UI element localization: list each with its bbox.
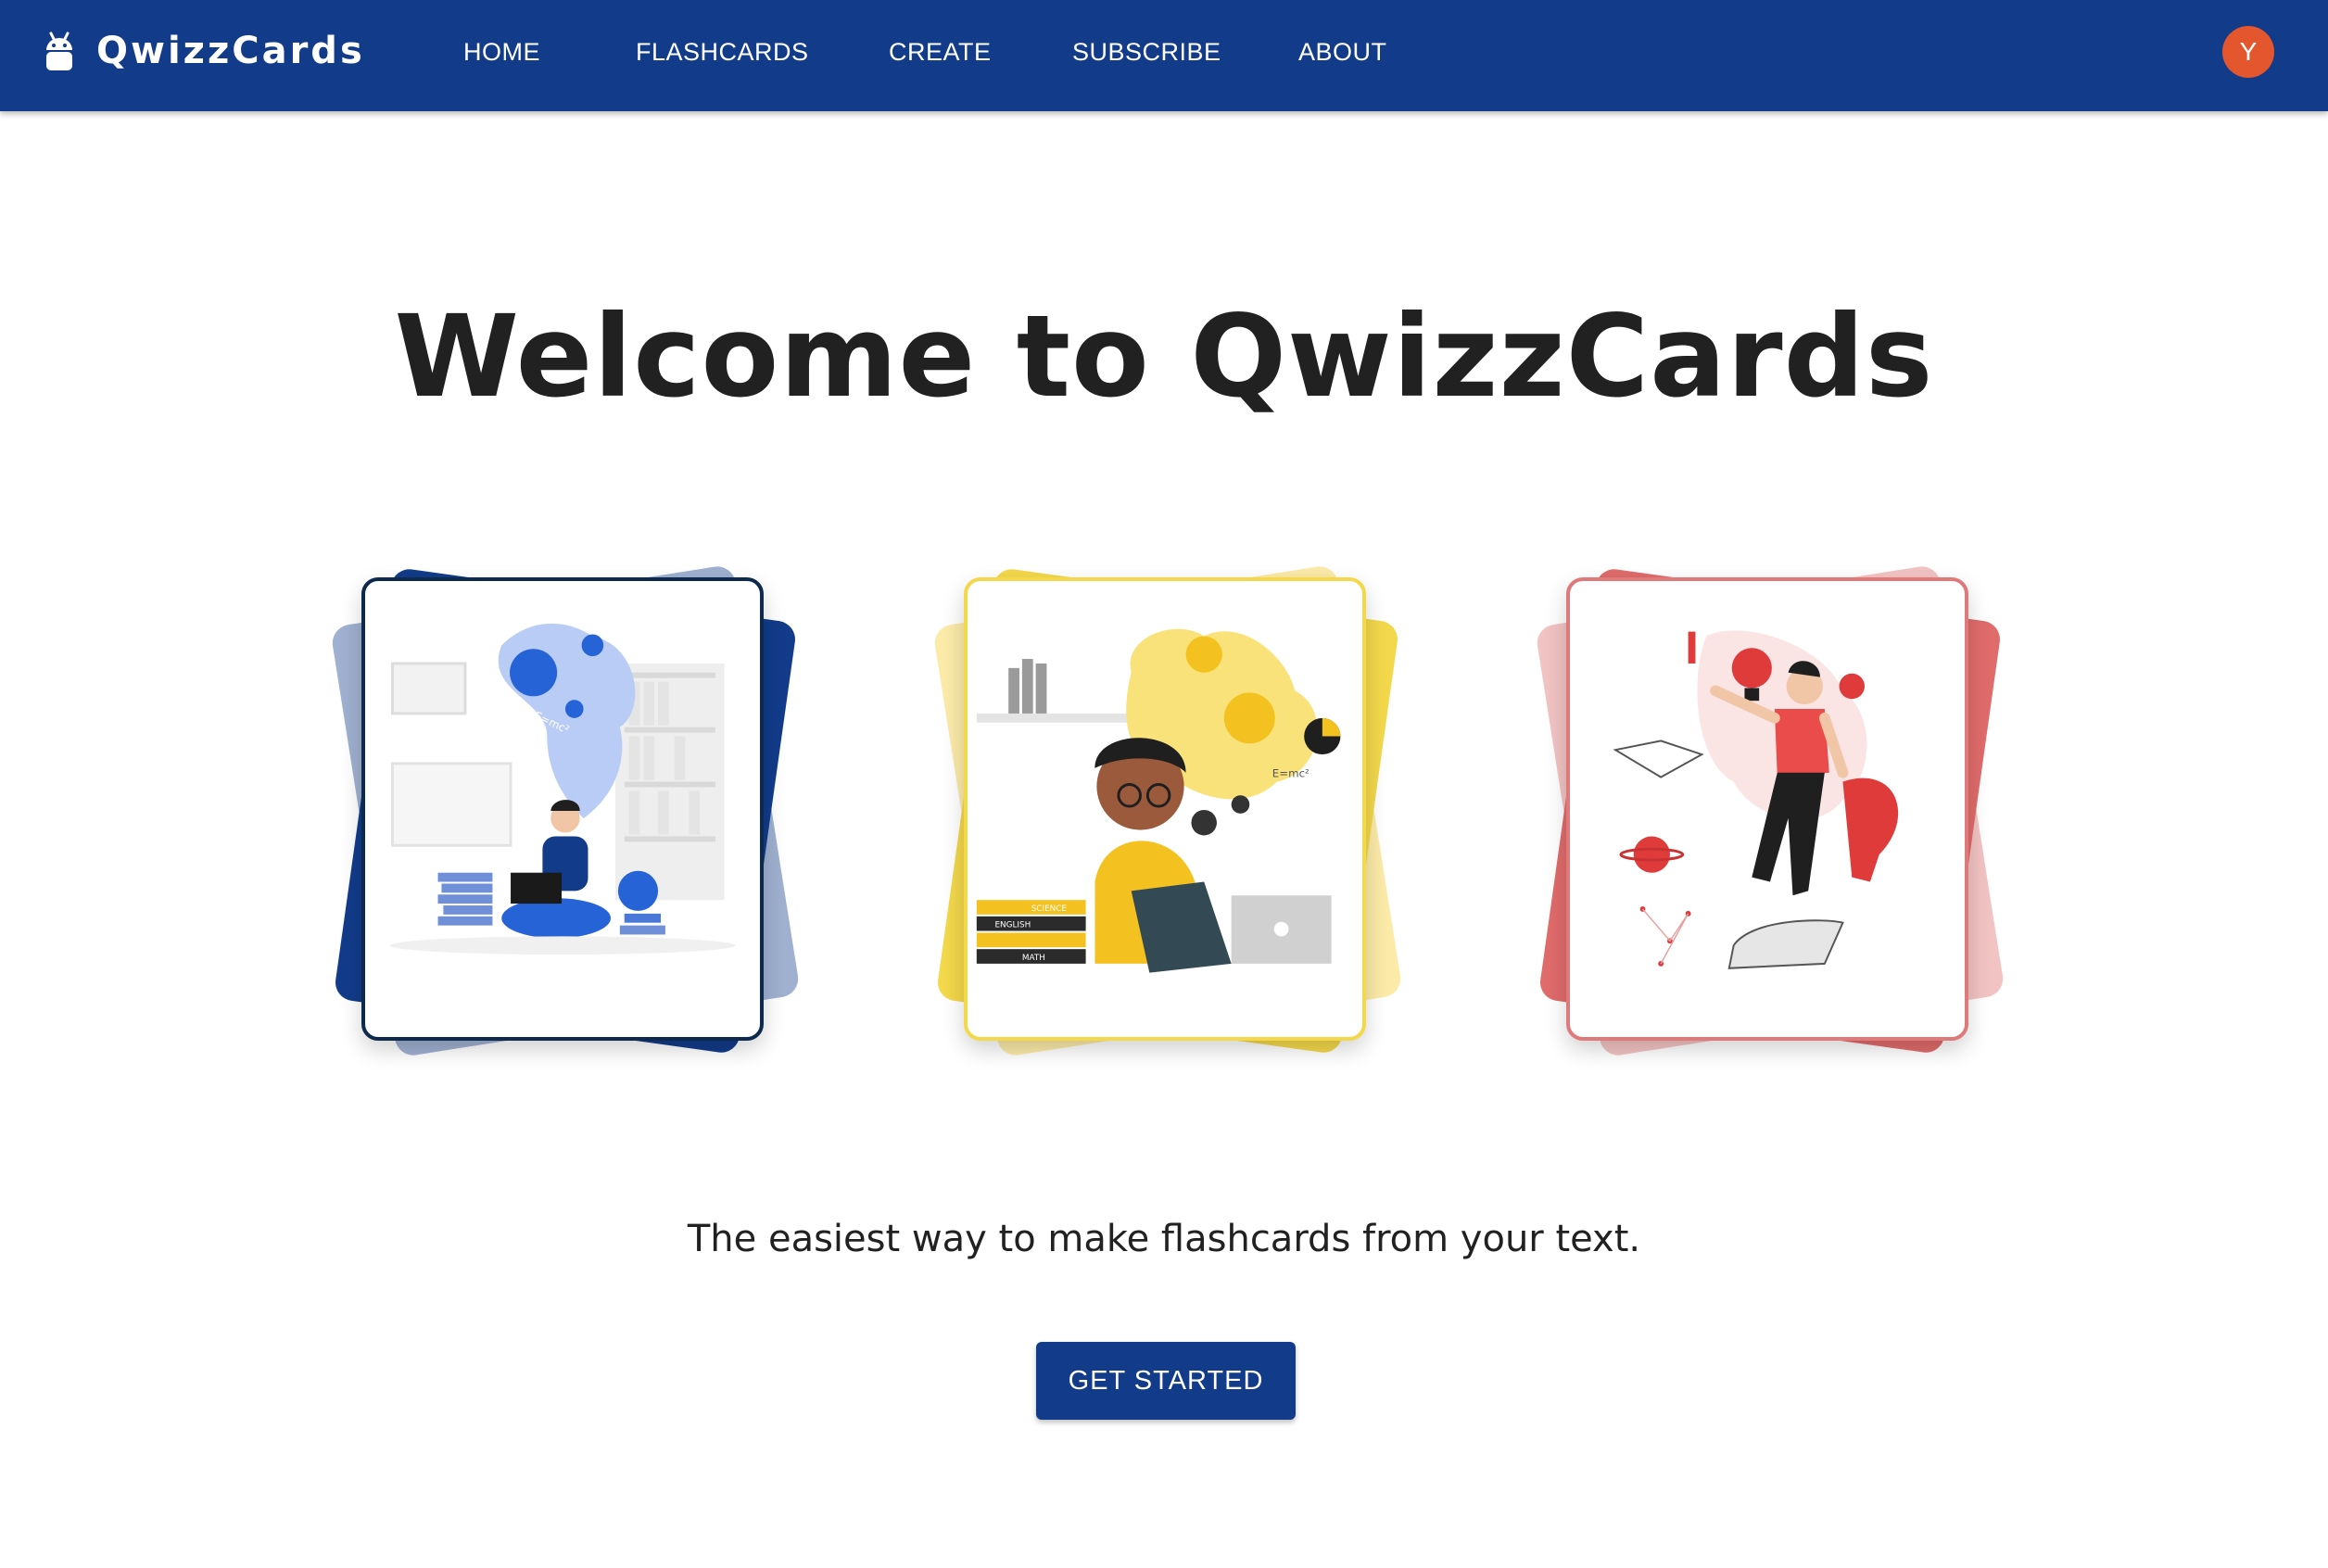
boy-studying-illustration: E=mc² SCIENCE ENGLISH MATH: [964, 577, 1366, 1041]
app-bar: QwizzCards HOME FLASHCARDS CREATE SUBSCR…: [0, 0, 2328, 111]
equation-label: E=mc²: [1272, 767, 1310, 780]
nav-home[interactable]: HOME: [463, 33, 540, 70]
man-with-ideas-illustration: [1566, 577, 1968, 1041]
book-label-english: ENGLISH: [994, 921, 1031, 930]
page-title: Welcome to QwizzCards: [394, 291, 1934, 423]
feature-card-2: E=mc² SCIENCE ENGLISH MATH: [922, 542, 1413, 1080]
brand-name[interactable]: QwizzCards: [96, 28, 365, 74]
nav-subscribe[interactable]: SUBSCRIBE: [1072, 33, 1221, 70]
android-robot-icon[interactable]: [43, 28, 76, 74]
nav-about[interactable]: ABOUT: [1298, 33, 1387, 70]
get-started-button[interactable]: GET STARTED: [1036, 1342, 1296, 1420]
nav-create[interactable]: CREATE: [889, 33, 992, 70]
feature-card-3: [1525, 542, 2016, 1080]
book-label-math: MATH: [1022, 954, 1045, 963]
student-reading-illustration: E=mc²: [361, 577, 764, 1041]
feature-card-1: E=mc²: [320, 542, 811, 1080]
book-label-science: SCIENCE: [1031, 904, 1068, 914]
tagline: The easiest way to make flashcards from …: [687, 1218, 1641, 1260]
user-avatar[interactable]: Y: [2222, 26, 2274, 78]
nav-flashcards[interactable]: FLASHCARDS: [636, 33, 809, 70]
